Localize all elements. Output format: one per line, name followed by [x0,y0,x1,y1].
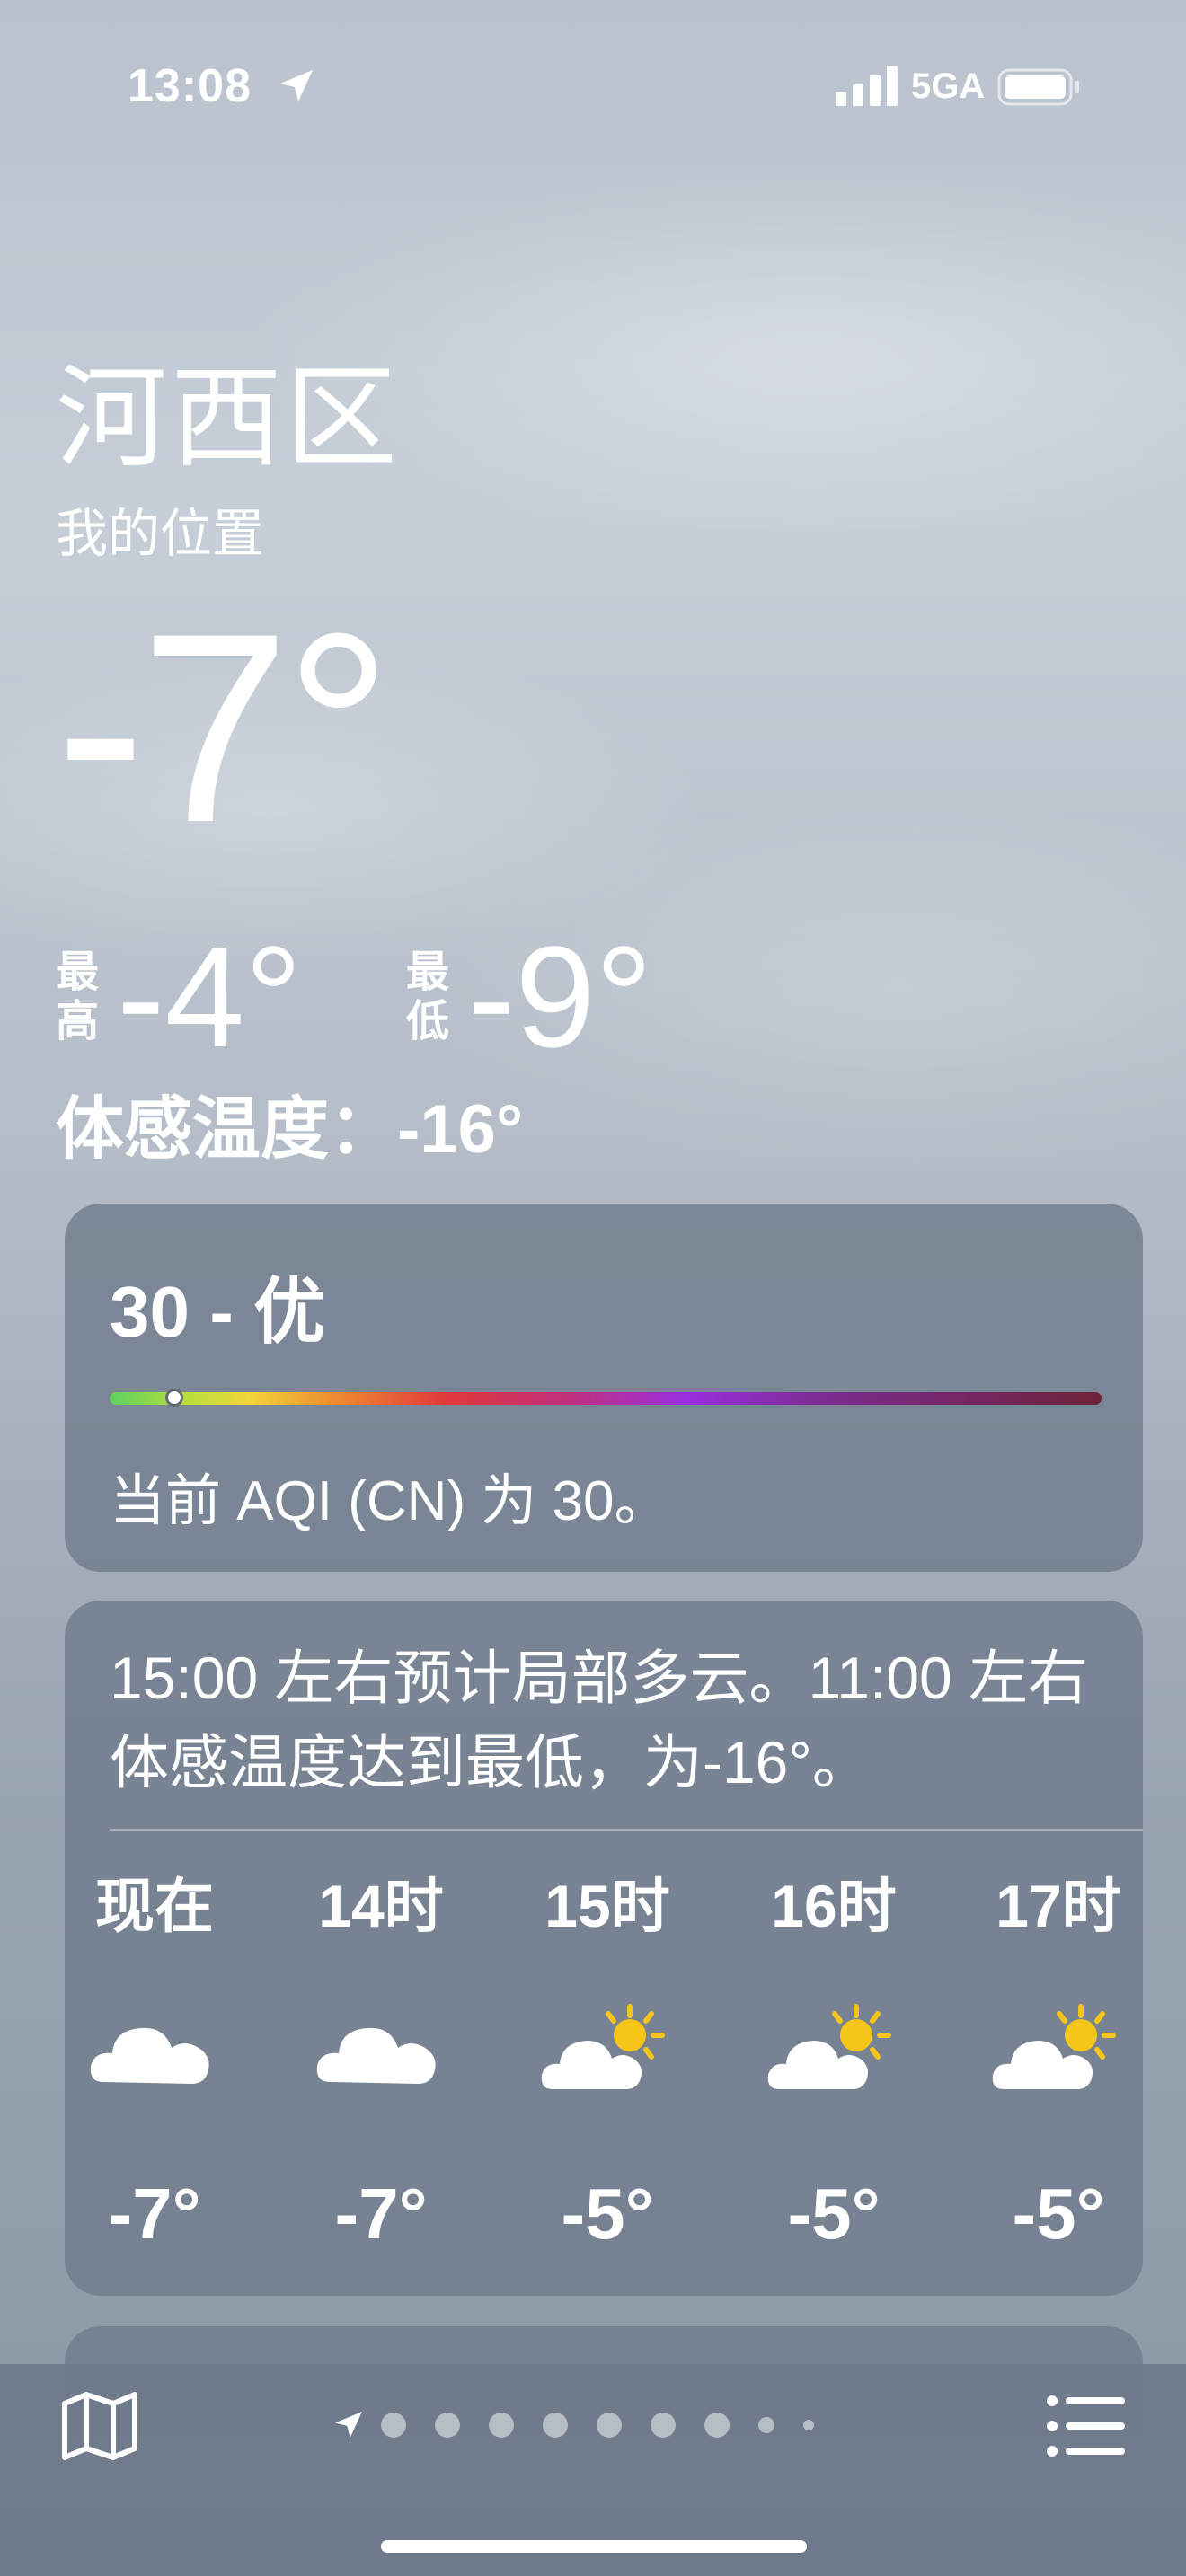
hour-item: 15时 -5° [518,1870,697,2250]
page-dot [489,2413,514,2438]
hour-temperature: -7° [334,2174,428,2254]
low-value: -9° [467,916,653,1077]
hour-item: 14时 -7° [291,1870,471,2250]
hour-temperature: -5° [1012,2174,1105,2254]
partly-sunny-icon [767,2004,891,2089]
low-temperature: 最 低 -9° [406,925,652,1069]
aqi-value: 30 - 优 [110,1272,326,1352]
page-dot [803,2420,814,2430]
page-dot [381,2413,406,2438]
low-label-char: 低 [406,998,450,1045]
hourly-forecast-card[interactable]: 15:00 左右预计局部多云。11:00 左右体感温度达到最低，为-16°。 现… [65,1601,1143,2296]
page-dot [543,2413,568,2438]
hour-label: 现在 [95,1873,214,1939]
battery-icon [997,68,1079,106]
home-indicator[interactable] [381,2540,807,2553]
hour-label: 17时 [996,1873,1121,1939]
low-label: 最 低 [406,948,449,1046]
page-dot [704,2413,730,2438]
aqi-description: 当前 AQI (CN) 为 30。 [110,1470,670,1532]
page-dot [597,2413,622,2438]
hour-label: 16时 [771,1873,897,1939]
aqi-scale-bar [110,1392,1102,1405]
list-icon[interactable] [1046,2395,1127,2457]
aqi-card[interactable]: 30 - 优 当前 AQI (CN) 为 30。 [65,1204,1143,1572]
map-icon[interactable] [61,2391,138,2461]
hour-item: 17时 -5° [969,1870,1148,2250]
hourly-summary: 15:00 左右预计局部多云。11:00 左右体感温度达到最低，为-16°。 [110,1645,1088,1795]
divider [110,1829,1143,1831]
location-subtitle: 我的位置 [56,505,265,563]
low-label-char: 最 [406,948,450,996]
hour-item: 现在 -7° [65,1870,244,2250]
feels-like: 体感温度：-16° [56,1091,524,1168]
hour-temperature: -7° [108,2174,201,2254]
status-time: 13:08 [128,60,252,112]
high-temperature: 最 高 -4° [56,925,302,1069]
high-value: -4° [117,916,303,1077]
page-dot [758,2417,774,2433]
high-label-char: 高 [56,998,100,1045]
partly-sunny-icon [541,2004,665,2089]
city-name: 河西区 [56,357,402,481]
cloud-icon [316,2027,436,2084]
hour-temperature: -5° [787,2174,881,2254]
partly-sunny-icon [992,2004,1116,2089]
current-temperature: -7° [56,577,393,878]
cloud-icon [90,2027,209,2084]
hour-label: 14时 [318,1873,444,1939]
page-dot [435,2413,460,2438]
network-type: 5GA [911,66,986,106]
high-label-char: 最 [56,948,100,996]
cellular-signal-icon [836,66,898,106]
location-arrow-icon [280,70,313,101]
high-label: 最 高 [56,948,99,1046]
location-arrow-icon [335,2412,362,2439]
hour-label: 15时 [544,1873,670,1939]
status-bar: 13:08 5GA [0,0,1186,171]
hour-item: 16时 -5° [744,1870,924,2250]
aqi-indicator [164,1389,183,1407]
hour-temperature: -5° [561,2174,654,2254]
page-dot [651,2413,676,2438]
page-indicator[interactable] [331,2407,843,2443]
